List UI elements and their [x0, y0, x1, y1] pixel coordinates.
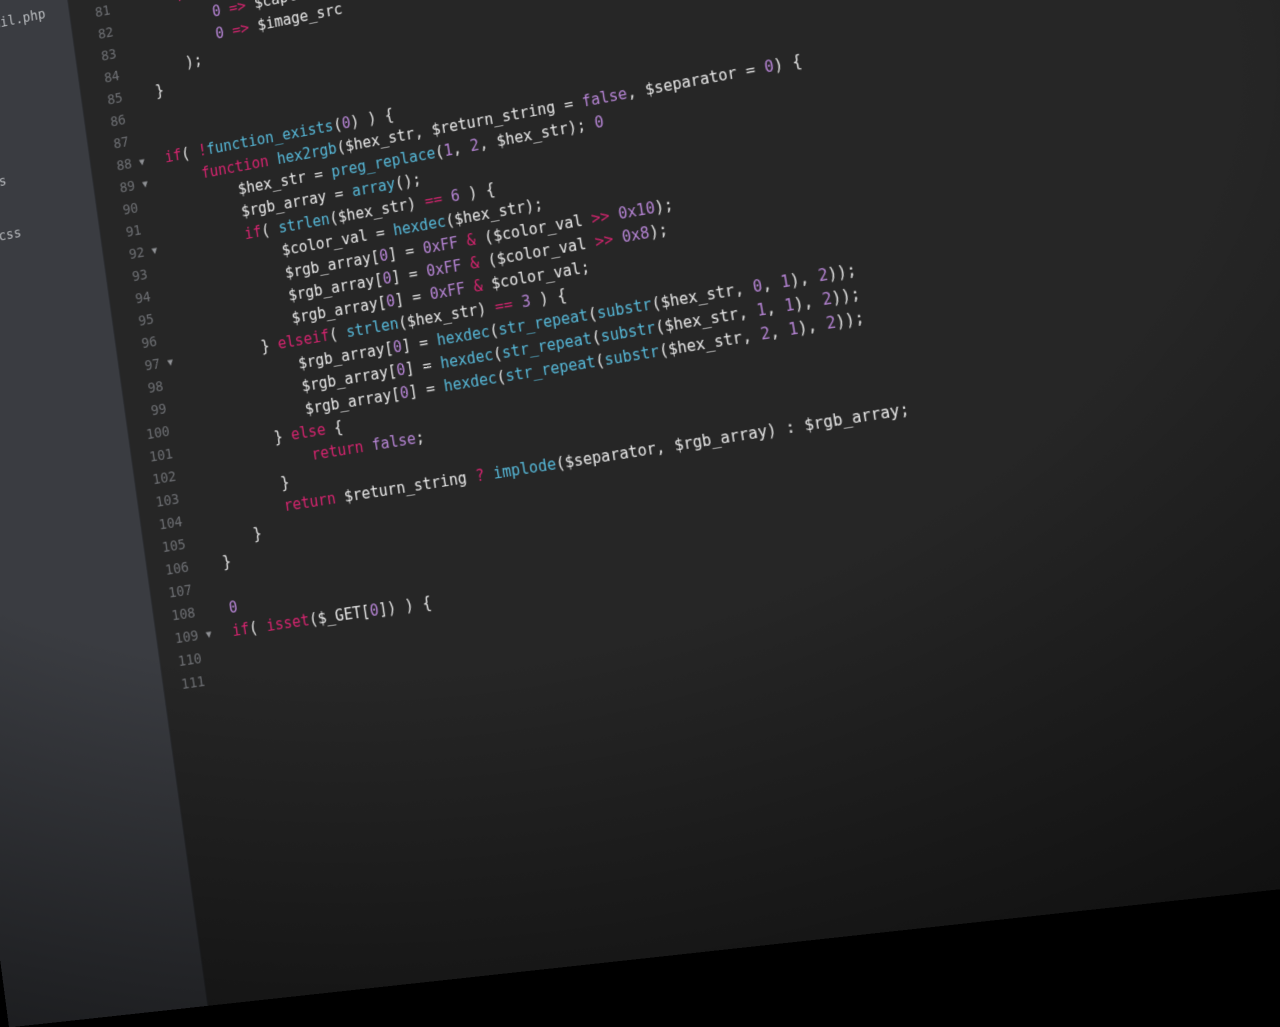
code-editor[interactable]: 78 79 80 81 82 83 84 85 86 87 88▼89▼90 9…: [58, 0, 1280, 1006]
editor-stage: beginning.htmlempty.htmlsend_form_email.…: [0, 0, 1280, 1027]
code-area[interactable]: . ltrim(preg_replace(0, 1, strlen( r…: [132, 0, 1280, 689]
